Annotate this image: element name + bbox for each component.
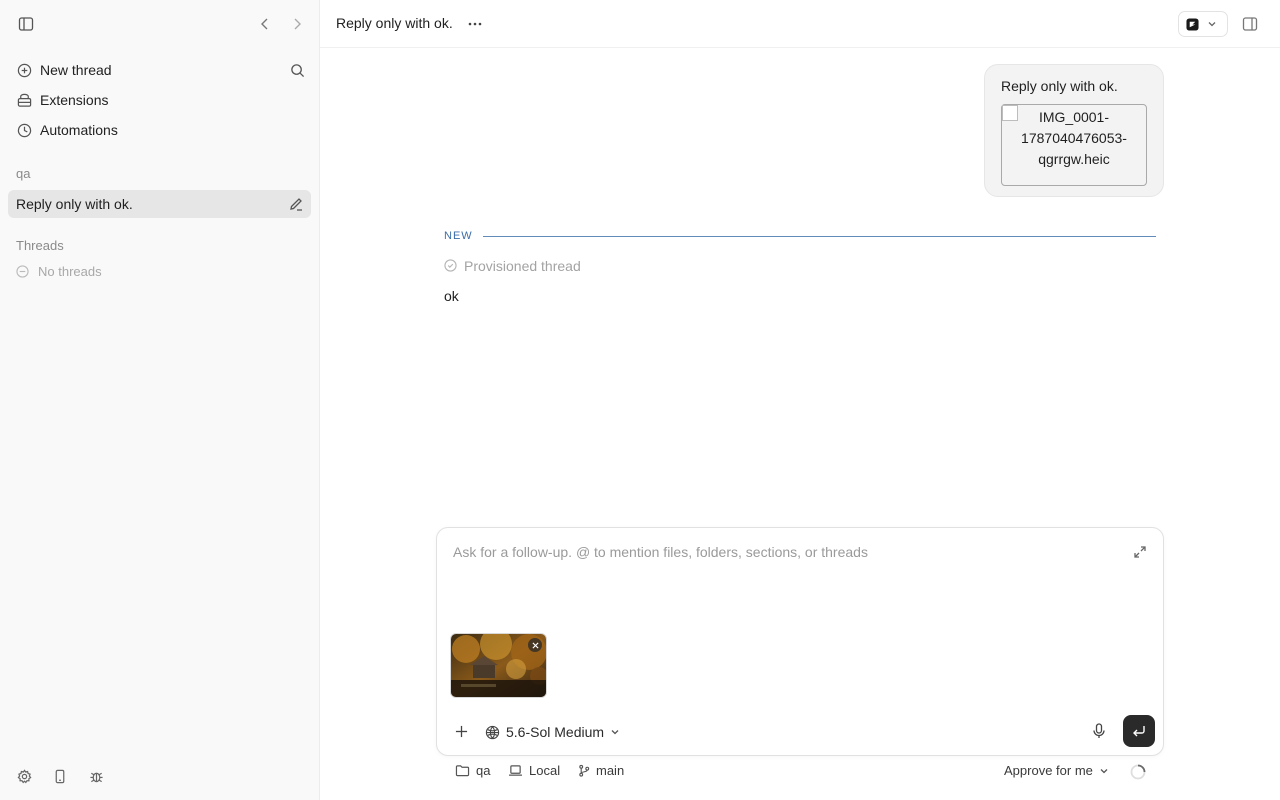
folder-label: qa	[476, 763, 491, 778]
approval-label: Approve for me	[1004, 763, 1093, 778]
branch-selector[interactable]: main	[578, 763, 624, 778]
forward-icon[interactable]	[285, 12, 309, 36]
attachment-image[interactable]: IMG_0001-1787040476053-qgrrgw.heic	[1001, 104, 1147, 186]
more-options-icon[interactable]	[463, 12, 487, 36]
toggle-right-panel-icon[interactable]	[1238, 12, 1262, 36]
new-messages-divider: NEW	[444, 229, 1156, 243]
environment-label: Local	[529, 763, 561, 778]
settings-gear-icon[interactable]	[12, 764, 36, 788]
sidebar-item-automations[interactable]: Automations	[8, 116, 311, 144]
status-text: Provisioned thread	[464, 258, 581, 274]
sidebar-item-extensions[interactable]: Extensions	[8, 86, 311, 114]
empty-thread-icon	[16, 264, 30, 279]
divider-line	[482, 235, 1156, 237]
topbar-divider	[320, 47, 1280, 48]
composer: 5.6-Sol Medium	[436, 527, 1164, 756]
laptop-icon	[508, 764, 523, 777]
search-icon[interactable]	[285, 58, 309, 82]
edit-icon[interactable]	[288, 196, 304, 212]
mobile-device-icon[interactable]	[48, 764, 72, 788]
new-thread-label: New thread	[40, 62, 112, 78]
no-threads-placeholder: No threads	[16, 264, 102, 279]
send-button[interactable]	[1123, 715, 1155, 747]
clock-icon	[16, 122, 32, 138]
user-message-bubble: Reply only with ok. IMG_0001-17870404760…	[984, 64, 1164, 197]
add-attachment-icon[interactable]	[449, 719, 473, 743]
environment-selector[interactable]: Local	[508, 763, 560, 778]
follow-up-input[interactable]	[453, 541, 1113, 563]
no-threads-label: No threads	[38, 264, 102, 279]
folder-selector[interactable]: qa	[455, 763, 490, 778]
microphone-icon[interactable]	[1087, 719, 1111, 743]
chevron-down-icon	[1099, 766, 1109, 776]
plus-circle-icon	[16, 62, 32, 78]
automations-label: Automations	[40, 122, 118, 138]
sidebar-thread-item[interactable]: Reply only with ok.	[8, 190, 311, 218]
assistant-reply: ok	[444, 288, 459, 304]
threads-section-label: Threads	[16, 238, 64, 253]
extensions-label: Extensions	[40, 92, 109, 108]
chevron-down-icon	[1207, 19, 1217, 29]
approval-mode-selector[interactable]: Approve for me	[1004, 763, 1109, 778]
folder-icon	[455, 764, 470, 777]
status-circle-icon	[444, 259, 458, 273]
broken-image-icon	[1002, 105, 1018, 121]
extensions-icon	[16, 92, 32, 108]
back-icon[interactable]	[253, 12, 277, 36]
bug-icon[interactable]	[84, 764, 108, 788]
expand-icon[interactable]	[1128, 540, 1152, 564]
attachment-filename: IMG_0001-1787040476053-qgrrgw.heic	[1021, 109, 1127, 167]
app-logo-icon	[1186, 17, 1199, 31]
git-branch-icon	[578, 764, 590, 777]
new-label: NEW	[444, 230, 473, 242]
loading-spinner-icon	[1126, 760, 1150, 784]
branch-label: main	[596, 763, 625, 778]
thread-status: Provisioned thread	[444, 258, 581, 274]
chevron-down-icon	[610, 727, 620, 737]
sidebar: New thread Extensions Automations qa Rep…	[0, 0, 320, 800]
thread-title: Reply only with ok.	[16, 196, 133, 212]
open-in-app-dropdown[interactable]	[1178, 11, 1228, 37]
project-label: qa	[16, 166, 31, 181]
model-selector[interactable]: 5.6-Sol Medium	[485, 721, 620, 743]
model-label: 5.6-Sol Medium	[506, 724, 605, 740]
new-thread-button[interactable]: New thread	[8, 56, 311, 84]
page-title: Reply only with ok.	[336, 15, 453, 31]
model-logo-icon	[485, 725, 500, 740]
toggle-sidebar-icon[interactable]	[14, 12, 38, 36]
user-message-text: Reply only with ok.	[1001, 78, 1118, 94]
enter-arrow-icon	[1132, 725, 1146, 737]
remove-attachment-icon[interactable]	[528, 638, 542, 652]
